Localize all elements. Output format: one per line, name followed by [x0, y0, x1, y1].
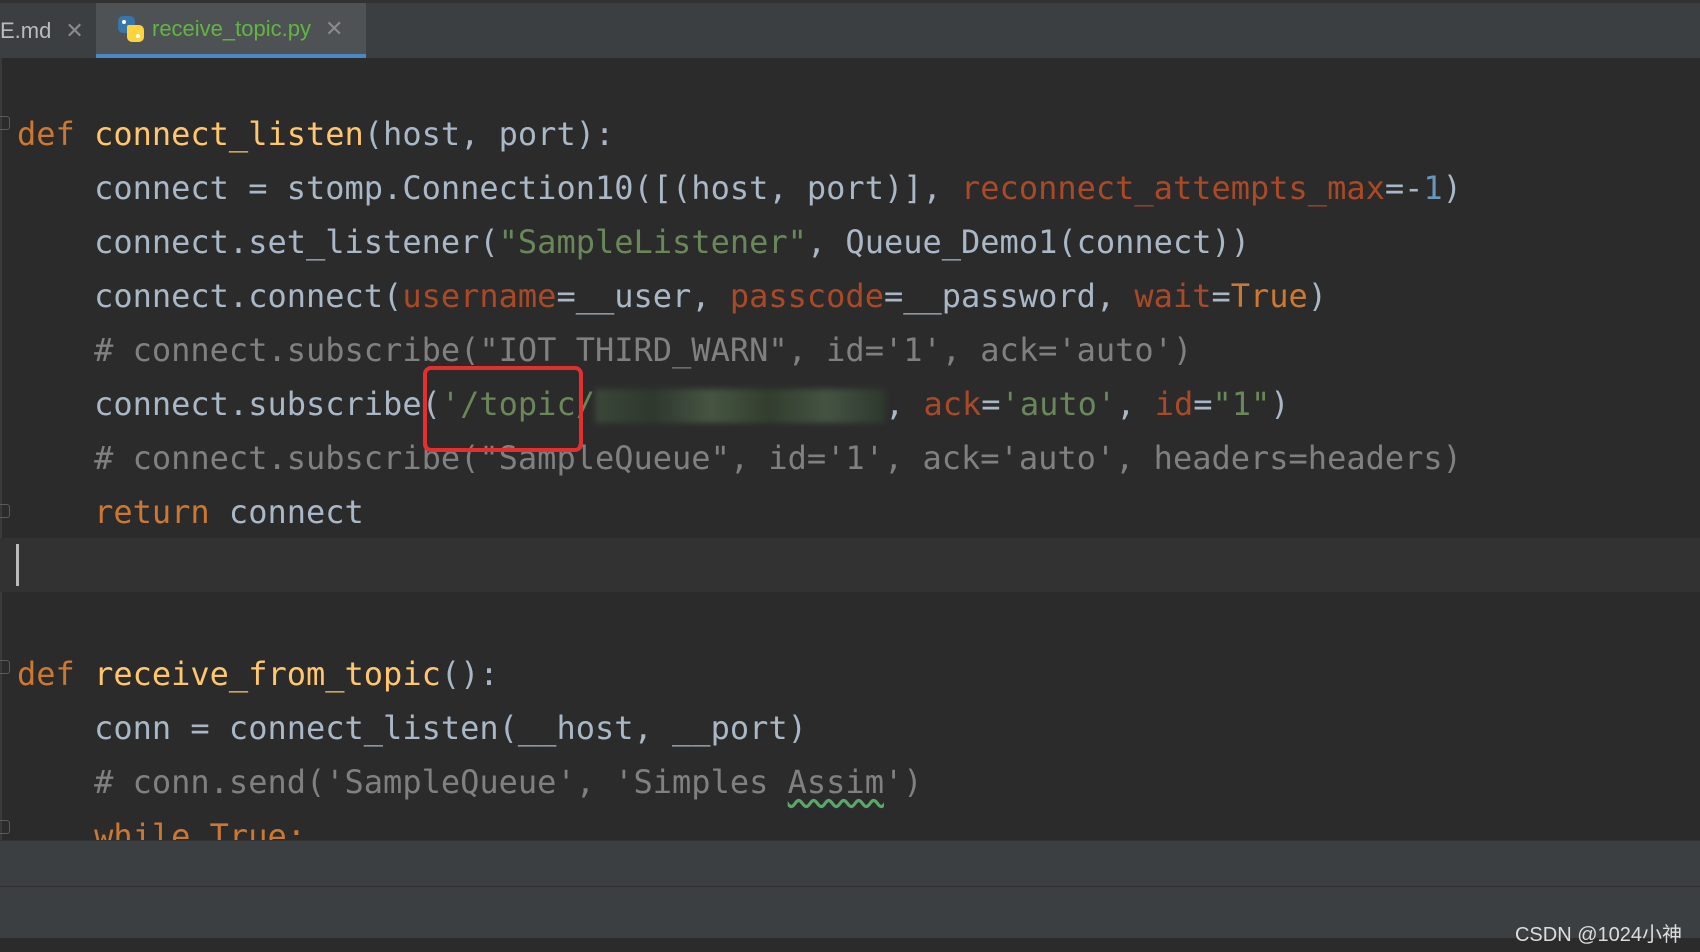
code-line-9: def receive_from_topic():	[17, 655, 499, 693]
close-icon[interactable]: ✕	[325, 16, 343, 42]
fold-marker-icon[interactable]	[0, 504, 10, 518]
python-file-icon	[118, 15, 144, 42]
close-icon[interactable]: ✕	[65, 18, 83, 44]
editor-footer-bar	[0, 840, 1700, 887]
tab-readme-md[interactable]: E.md ✕	[0, 3, 96, 58]
highlight-box	[423, 366, 583, 452]
status-bar	[0, 886, 1700, 939]
text-caret	[16, 544, 19, 586]
tab-label: E.md	[0, 17, 52, 43]
code-line-5-comment: # connect.subscribe("IOT_THIRD_WARN", id…	[17, 331, 1193, 369]
gutter	[0, 58, 2, 840]
tab-label: receive_topic.py	[152, 15, 311, 41]
code-line-4: connect.connect(username=__user, passcod…	[17, 277, 1328, 315]
tab-receive-topic-py[interactable]: receive_topic.py ✕	[96, 3, 366, 58]
code-line-10: conn = connect_listen(__host, __port)	[17, 709, 807, 747]
code-line-12: while True:	[17, 817, 306, 840]
code-line-6: connect.subscribe('/topic/, ack='auto', …	[17, 385, 1290, 423]
code-line-7-comment: # connect.subscribe("SampleQueue", id='1…	[17, 439, 1462, 477]
code-line-11-comment: # conn.send('SampleQueue', 'Simples Assi…	[17, 763, 923, 801]
code-line-1: def connect_listen(host, port):	[17, 115, 615, 153]
editor-tab-bar: E.md ✕ receive_topic.py ✕	[0, 0, 1700, 58]
watermark-text: CSDN @1024小神	[1514, 924, 1682, 946]
redacted-topic-name	[594, 389, 885, 423]
fold-marker-icon[interactable]	[0, 116, 10, 130]
bottom-edge	[0, 938, 1700, 952]
fold-marker-icon[interactable]	[0, 820, 10, 834]
fold-marker-icon[interactable]	[0, 660, 10, 674]
current-line-highlight	[0, 538, 1700, 592]
code-line-2: connect = stomp.Connection10([(host, por…	[17, 169, 1462, 207]
code-line-8: return connect	[17, 493, 364, 531]
code-line-3: connect.set_listener("SampleListener", Q…	[17, 223, 1250, 261]
code-editor[interactable]: def connect_listen(host, port): connect …	[0, 58, 1700, 840]
